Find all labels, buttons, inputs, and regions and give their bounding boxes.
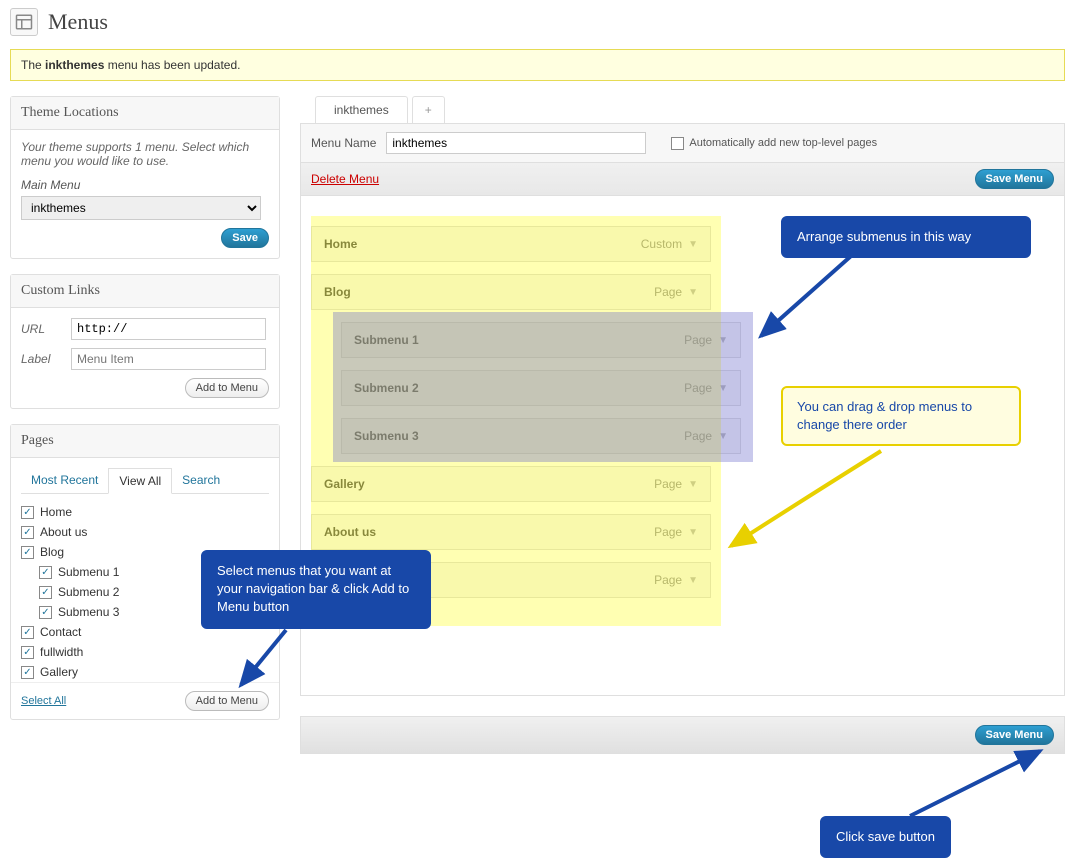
menu-item-type: Page▼	[684, 333, 728, 347]
chevron-down-icon[interactable]: ▼	[718, 383, 728, 394]
callout-select: Select menus that you want at your navig…	[201, 550, 431, 629]
theme-locations-desc: Your theme supports 1 menu. Select which…	[21, 140, 269, 168]
page-header: Menus	[10, 0, 1065, 44]
theme-locations-title: Theme Locations	[11, 97, 279, 130]
page-title: Menus	[48, 9, 108, 35]
menu-item-label: Submenu 3	[354, 429, 419, 443]
label-label: Label	[21, 352, 71, 366]
arrow-dragdrop-icon	[721, 441, 891, 561]
delete-menu-link[interactable]: Delete Menu	[311, 172, 379, 186]
menu-tab-add[interactable]: +	[412, 96, 445, 123]
url-input[interactable]	[71, 318, 266, 340]
pages-tabs: Most Recent View All Search	[21, 468, 269, 494]
main-menu-select[interactable]: inkthemes	[21, 196, 261, 220]
list-item-label: Submenu 1	[58, 565, 119, 579]
callout-arrange: Arrange submenus in this way	[781, 216, 1031, 258]
menu-item-type: Page▼	[654, 525, 698, 539]
custom-links-title: Custom Links	[11, 275, 279, 308]
list-item-label: Blog	[40, 545, 64, 559]
menu-item[interactable]: Submenu 3Page▼	[341, 418, 741, 454]
menu-item-label: Home	[324, 237, 357, 251]
menu-item-type: Custom▼	[641, 237, 698, 251]
menu-item-label: Submenu 2	[354, 381, 419, 395]
callout-save: Click save button	[820, 816, 951, 858]
tab-search[interactable]: Search	[172, 468, 230, 493]
menu-item[interactable]: Submenu 1 Page▼	[341, 322, 741, 358]
menu-item[interactable]: About us Page▼	[311, 514, 711, 550]
menu-item-type: Page▼	[654, 573, 698, 587]
url-label: URL	[21, 322, 71, 336]
checkbox-icon[interactable]: ✓	[21, 626, 34, 639]
checkbox-icon[interactable]: ✓	[39, 566, 52, 579]
chevron-down-icon[interactable]: ▼	[688, 479, 698, 490]
menu-subheader: Delete Menu Save Menu	[300, 163, 1065, 196]
arrow-select-icon	[226, 625, 306, 705]
save-menu-button-top[interactable]: Save Menu	[975, 169, 1054, 189]
checkbox-icon[interactable]: ✓	[39, 586, 52, 599]
chevron-down-icon[interactable]: ▼	[688, 239, 698, 250]
list-item[interactable]: ✓ About us	[21, 522, 269, 542]
auto-add-checkbox[interactable]: Automatically add new top-level pages	[671, 137, 877, 150]
list-item-label: Submenu 2	[58, 585, 119, 599]
list-item-label: fullwidth	[40, 645, 83, 659]
menu-item[interactable]: Submenu 2 Page▼	[341, 370, 741, 406]
list-item-label: Submenu 3	[58, 605, 119, 619]
checkbox-icon[interactable]: ✓	[21, 646, 34, 659]
chevron-down-icon[interactable]: ▼	[688, 287, 698, 298]
checkbox-icon[interactable]: ✓	[21, 666, 34, 679]
callout-dragdrop: You can drag & drop menus to change ther…	[781, 386, 1021, 446]
menu-item[interactable]: Home Custom▼	[311, 226, 711, 262]
select-all-link[interactable]: Select All	[21, 695, 66, 707]
chevron-down-icon[interactable]: ▼	[688, 575, 698, 586]
menu-tab-inkthemes[interactable]: inkthemes	[315, 96, 408, 123]
checkbox-icon[interactable]: ✓	[21, 526, 34, 539]
tab-view-all[interactable]: View All	[108, 468, 172, 494]
theme-locations-panel: Theme Locations Your theme supports 1 me…	[10, 96, 280, 259]
main-menu-label: Main Menu	[21, 178, 269, 192]
pages-panel: Pages Most Recent View All Search ✓Home✓…	[10, 424, 280, 720]
menu-item[interactable]: Blog Page▼	[311, 274, 711, 310]
checkbox-icon	[671, 137, 684, 150]
checkbox-icon[interactable]: ✓	[21, 546, 34, 559]
menu-tabs: inkthemes +	[315, 96, 1065, 123]
menu-name-input[interactable]	[386, 132, 646, 154]
list-item[interactable]: ✓ Home	[21, 502, 269, 522]
arrow-save-icon	[900, 741, 1050, 821]
save-theme-location-button[interactable]: Save	[221, 228, 269, 248]
chevron-down-icon[interactable]: ▼	[688, 527, 698, 538]
chevron-down-icon[interactable]: ▼	[718, 431, 728, 442]
checkbox-icon[interactable]: ✓	[39, 606, 52, 619]
checkbox-icon[interactable]: ✓	[21, 506, 34, 519]
list-item-label: Gallery	[40, 665, 78, 679]
menu-item-type: Page▼	[654, 285, 698, 299]
add-custom-link-button[interactable]: Add to Menu	[185, 378, 269, 398]
menu-item[interactable]: Gallery Page▼	[311, 466, 711, 502]
list-item-label: Home	[40, 505, 72, 519]
menu-item-label: Submenu 1	[354, 333, 419, 347]
label-input[interactable]	[71, 348, 266, 370]
menu-item-type: Page▼	[654, 477, 698, 491]
menu-header-bar: Menu Name Automatically add new top-leve…	[300, 123, 1065, 163]
list-item-label: About us	[40, 525, 87, 539]
menu-item-label: About us	[324, 525, 376, 539]
tab-most-recent[interactable]: Most Recent	[21, 468, 108, 493]
menu-item-label: Blog	[324, 285, 351, 299]
update-notice: The inkthemes menu has been updated.	[10, 49, 1065, 81]
menu-item-type: Page▼	[684, 381, 728, 395]
list-item-label: Contact	[40, 625, 81, 639]
menu-item-label: Gallery	[324, 477, 365, 491]
menu-name-label: Menu Name	[311, 136, 376, 150]
chevron-down-icon[interactable]: ▼	[718, 335, 728, 346]
custom-links-panel: Custom Links URL Label Add to Menu	[10, 274, 280, 409]
arrow-arrange-icon	[751, 251, 861, 351]
pages-title: Pages	[11, 425, 279, 458]
menus-icon	[10, 8, 38, 36]
